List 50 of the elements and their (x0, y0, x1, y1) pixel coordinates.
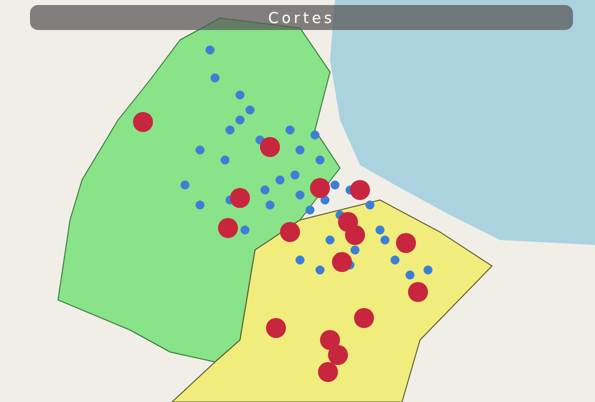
map-marker[interactable] (310, 130, 320, 140)
map-marker[interactable] (328, 345, 348, 365)
map-marker[interactable] (196, 200, 204, 210)
map-marker[interactable] (210, 74, 220, 82)
map-marker[interactable] (318, 362, 338, 382)
map-marker[interactable] (236, 90, 244, 100)
map-title: Cortes (268, 8, 335, 26)
map-marker[interactable] (390, 256, 400, 264)
map-marker[interactable] (320, 196, 330, 204)
map-marker[interactable] (266, 200, 274, 210)
map-marker[interactable] (290, 170, 300, 180)
map-marker[interactable] (326, 236, 334, 244)
map-marker[interactable] (424, 266, 432, 274)
map-marker[interactable] (218, 218, 238, 238)
map-marker[interactable] (316, 266, 324, 274)
map-marker[interactable] (236, 116, 244, 124)
map-marker[interactable] (260, 186, 270, 194)
map-marker[interactable] (350, 180, 370, 200)
map-marker[interactable] (286, 126, 294, 134)
map-marker[interactable] (240, 226, 250, 234)
map-marker[interactable] (408, 282, 428, 302)
map-marker[interactable] (380, 236, 390, 244)
map-marker[interactable] (226, 126, 234, 134)
map-marker[interactable] (354, 308, 374, 328)
map-marker[interactable] (376, 226, 384, 234)
map-marker[interactable] (396, 233, 416, 253)
map-marker[interactable] (296, 256, 304, 264)
map-marker[interactable] (406, 270, 414, 280)
map-marker[interactable] (196, 146, 204, 154)
map-marker[interactable] (280, 222, 300, 242)
map-marker[interactable] (276, 176, 284, 184)
map-marker[interactable] (133, 112, 153, 132)
map-marker[interactable] (230, 188, 250, 208)
map-marker[interactable] (296, 190, 304, 200)
map-marker[interactable] (310, 178, 330, 198)
map-marker[interactable] (180, 180, 190, 190)
map-marker[interactable] (366, 200, 374, 210)
map-marker[interactable] (220, 156, 230, 164)
map-marker[interactable] (266, 318, 286, 338)
map-marker[interactable] (345, 225, 365, 245)
map-marker[interactable] (320, 330, 340, 350)
map-marker[interactable] (306, 206, 314, 214)
map-marker[interactable] (296, 146, 304, 154)
map-marker[interactable] (332, 252, 352, 272)
map-marker[interactable] (246, 106, 254, 114)
map-marker[interactable] (260, 137, 280, 157)
map-marker[interactable] (330, 180, 340, 190)
map-marker[interactable] (206, 46, 214, 54)
map-marker[interactable] (316, 156, 324, 164)
map-marker[interactable] (350, 246, 360, 254)
